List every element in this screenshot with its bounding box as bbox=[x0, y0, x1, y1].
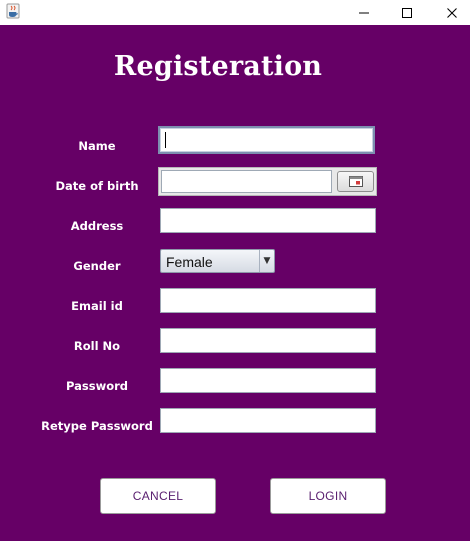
dob-input[interactable] bbox=[161, 170, 332, 193]
calendar-icon bbox=[348, 176, 363, 187]
close-icon bbox=[447, 7, 457, 18]
password-label: Password bbox=[66, 379, 128, 393]
maximize-icon bbox=[402, 7, 412, 18]
cancel-button[interactable]: CANCEL bbox=[100, 478, 216, 514]
gender-selected-value: Female bbox=[166, 254, 213, 270]
page-title: Registeration bbox=[113, 51, 323, 82]
minimize-button[interactable] bbox=[341, 0, 387, 25]
roll-no-label: Roll No bbox=[73, 339, 121, 353]
email-input[interactable] bbox=[160, 288, 376, 313]
calendar-button[interactable] bbox=[337, 171, 374, 192]
password-input[interactable] bbox=[160, 368, 376, 393]
name-input[interactable] bbox=[158, 126, 375, 154]
window-titlebar bbox=[0, 0, 470, 25]
gender-label: Gender bbox=[73, 259, 121, 273]
email-label: Email id bbox=[71, 299, 123, 313]
dropdown-arrow-icon[interactable]: ▼ bbox=[259, 250, 274, 272]
text-caret bbox=[165, 132, 166, 148]
registration-panel: Registeration Name Date of birth Address… bbox=[0, 25, 470, 541]
close-button[interactable] bbox=[429, 0, 470, 25]
dob-date-picker bbox=[158, 167, 377, 196]
address-input[interactable] bbox=[160, 208, 376, 233]
address-label: Address bbox=[70, 219, 124, 233]
name-label: Name bbox=[78, 139, 116, 153]
login-button[interactable]: LOGIN bbox=[270, 478, 386, 514]
minimize-icon bbox=[359, 12, 369, 13]
java-cup-icon bbox=[6, 3, 20, 19]
retype-password-input[interactable] bbox=[160, 408, 376, 433]
dob-label: Date of birth bbox=[55, 179, 139, 193]
roll-no-input[interactable] bbox=[160, 328, 376, 353]
gender-select[interactable]: Female ▼ bbox=[160, 249, 275, 273]
retype-password-label: Retype Password bbox=[41, 419, 153, 433]
maximize-button[interactable] bbox=[384, 0, 430, 25]
